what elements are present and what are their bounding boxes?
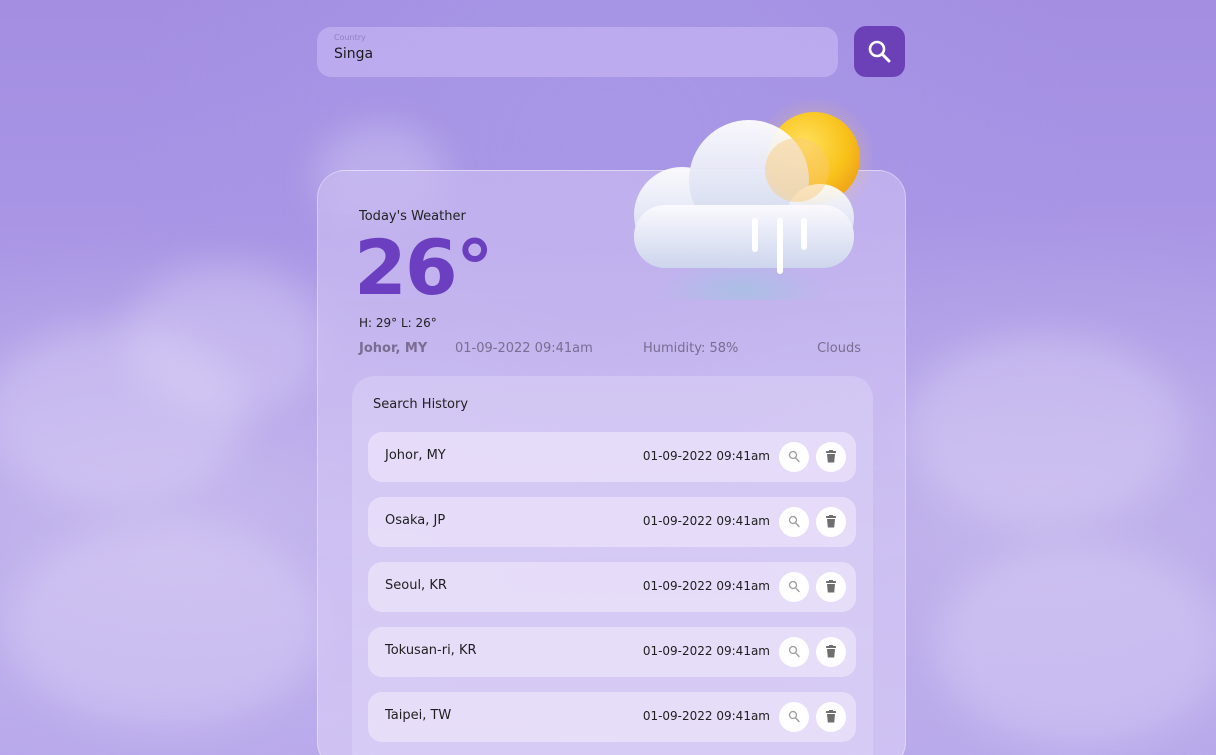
history-search-button[interactable]	[779, 442, 809, 472]
history-search-button[interactable]	[779, 572, 809, 602]
current-location: Johor, MY	[359, 341, 428, 356]
weather-condition: Clouds	[817, 341, 861, 356]
history-city: Johor, MY	[385, 448, 446, 463]
search-history-panel: Search History Johor, MY 01-09-2022 09:4…	[352, 376, 873, 755]
search-icon	[788, 515, 800, 528]
history-city: Osaka, JP	[385, 513, 446, 528]
country-label: Country	[334, 33, 366, 42]
search-icon	[788, 450, 800, 463]
background-cloud	[905, 335, 1185, 525]
today-weather-label: Today's Weather	[359, 209, 466, 224]
search-history-title: Search History	[373, 397, 469, 412]
history-search-button[interactable]	[779, 702, 809, 732]
history-row[interactable]: Osaka, JP 01-09-2022 09:41am	[368, 497, 856, 547]
history-time: 01-09-2022 09:41am	[642, 514, 770, 528]
history-search-button[interactable]	[779, 507, 809, 537]
history-row[interactable]: Taipei, TW 01-09-2022 09:41am	[368, 692, 856, 742]
history-row[interactable]: Seoul, KR 01-09-2022 09:41am	[368, 562, 856, 612]
trash-icon	[826, 710, 836, 723]
history-delete-button[interactable]	[816, 507, 846, 537]
history-time: 01-09-2022 09:41am	[642, 579, 770, 593]
search-icon	[788, 580, 800, 593]
history-time: 01-09-2022 09:41am	[642, 449, 770, 463]
current-datetime: 01-09-2022 09:41am	[455, 341, 593, 356]
humidity-value: Humidity: 58%	[643, 341, 739, 356]
high-low-temperature: H: 29° L: 26°	[359, 316, 437, 330]
history-time: 01-09-2022 09:41am	[642, 709, 770, 723]
search-icon	[868, 40, 891, 63]
background-cloud	[935, 545, 1216, 745]
history-delete-button[interactable]	[816, 572, 846, 602]
background-cloud	[125, 265, 325, 415]
history-delete-button[interactable]	[816, 442, 846, 472]
current-temperature: 26°	[354, 223, 494, 312]
search-button[interactable]	[854, 26, 905, 77]
history-delete-button[interactable]	[816, 637, 846, 667]
history-city: Seoul, KR	[385, 578, 447, 593]
background-cloud	[5, 525, 325, 725]
history-delete-button[interactable]	[816, 702, 846, 732]
country-search-field[interactable]: Country	[317, 27, 838, 77]
search-icon	[788, 710, 800, 723]
history-city: Taipei, TW	[385, 708, 452, 723]
history-city: Tokusan-ri, KR	[385, 643, 477, 658]
history-row[interactable]: Tokusan-ri, KR 01-09-2022 09:41am	[368, 627, 856, 677]
country-search-input[interactable]	[334, 46, 814, 62]
trash-icon	[826, 645, 836, 658]
trash-icon	[826, 580, 836, 593]
history-row[interactable]: Johor, MY 01-09-2022 09:41am	[368, 432, 856, 482]
trash-icon	[826, 450, 836, 463]
search-icon	[788, 645, 800, 658]
history-search-button[interactable]	[779, 637, 809, 667]
history-time: 01-09-2022 09:41am	[642, 644, 770, 658]
trash-icon	[826, 515, 836, 528]
cloud-sun-rain-icon	[634, 100, 872, 300]
